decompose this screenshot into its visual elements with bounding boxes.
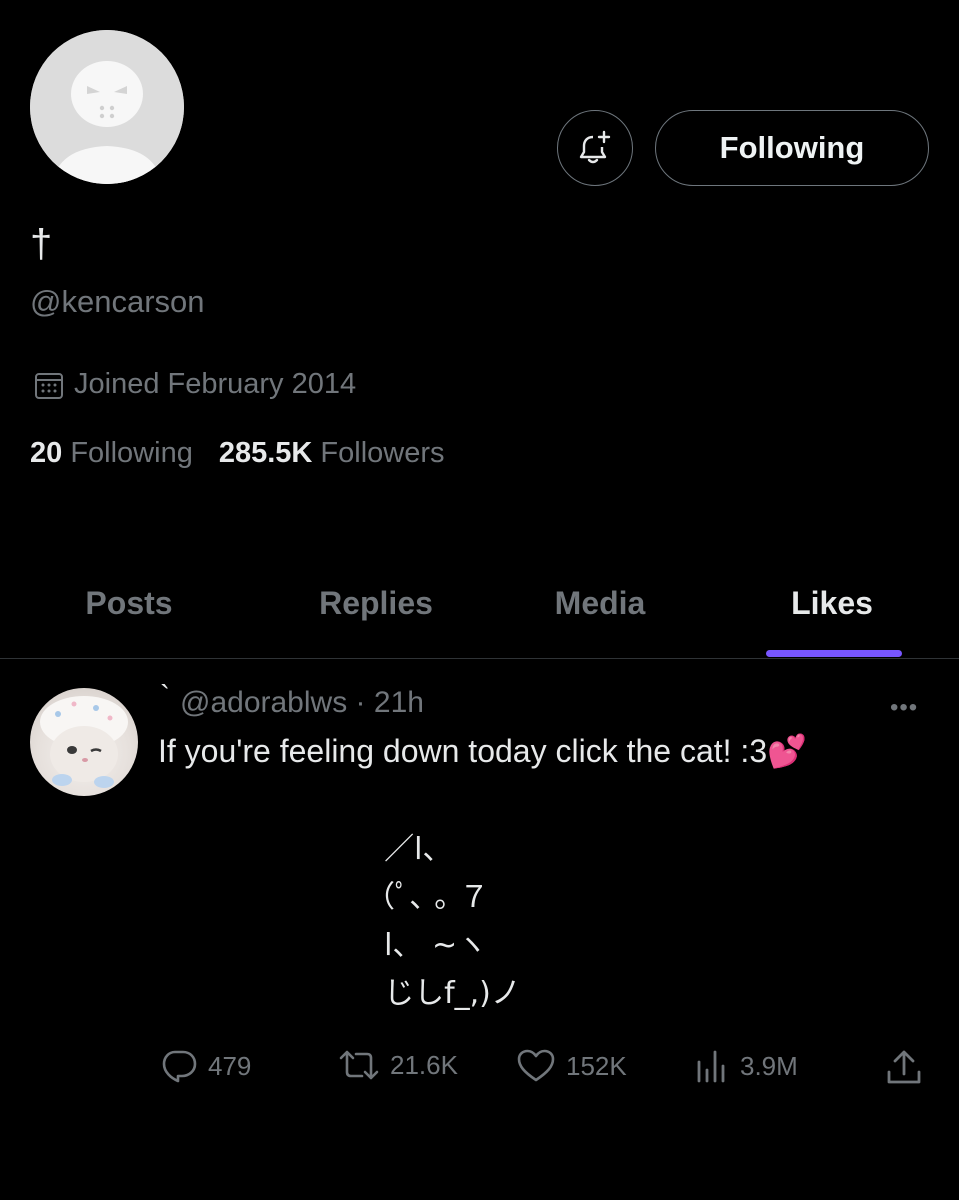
tweet-text: If you're feeling down today click the c… [158,733,768,769]
following-count[interactable]: 20 [30,437,62,470]
profile-handle: @kencarson [30,284,205,319]
share-icon [887,1050,921,1084]
share-button[interactable] [884,1048,924,1093]
tabs-divider [0,658,959,659]
views-count: 3.9M [740,1050,798,1081]
notification-add-icon [579,130,611,164]
tab-media[interactable]: Media [555,585,646,622]
followers-label[interactable]: Followers [320,437,444,470]
like-count: 152K [566,1050,627,1081]
notification-subscribe-button[interactable] [557,110,633,186]
views-button[interactable]: 3.9M [694,1048,798,1084]
two-hearts-emoji: 💕 [767,733,807,769]
followers-count[interactable]: 285.5K [219,437,313,470]
like-button[interactable]: 152K [516,1048,627,1084]
tweet-more-button[interactable]: ••• [890,694,918,722]
active-tab-indicator [766,650,902,657]
reply-count: 479 [208,1050,252,1081]
tweet-timestamp[interactable]: 21h [374,686,424,719]
like-icon [517,1049,555,1082]
cat-avatar-image [40,696,128,788]
reply-button[interactable]: 479 [160,1048,251,1084]
repost-count: 21.6K [390,1049,458,1080]
tab-posts[interactable]: Posts [85,585,172,622]
tweet-author-handle[interactable]: @adorablws [180,686,347,719]
repost-button[interactable]: 21.6K [338,1048,458,1082]
reply-icon [162,1050,197,1083]
following-label[interactable]: Following [70,437,193,470]
tweet-body: If you're feeling down today click the c… [158,732,807,770]
tab-replies[interactable]: Replies [319,585,433,622]
following-button[interactable]: Following [655,110,929,186]
repost-icon [339,1050,379,1080]
views-icon [697,1050,725,1083]
tweet-ascii-cat[interactable]: ／l、 （ﾟ､ ｡ ７ l、 ~ヽ じしf_,)ノ [365,826,521,1018]
more-icon: ••• [890,694,919,721]
tweet-header: @adorablws · 21h [180,686,424,720]
tweet-separator: · [355,686,366,719]
calendar-icon [35,372,63,399]
follow-stats: 20 Following 285.5K Followers [30,437,445,470]
joined-label: Joined February 2014 [74,368,357,400]
profile-display-name: † [30,222,53,266]
profile-avatar[interactable] [30,30,184,184]
tab-likes[interactable]: Likes [791,585,873,622]
tweet-author-avatar[interactable] [30,688,138,796]
tweet-author-name[interactable]: ` [160,680,170,714]
default-avatar-icon [30,30,184,184]
joined-date: Joined February 2014 [34,368,356,401]
